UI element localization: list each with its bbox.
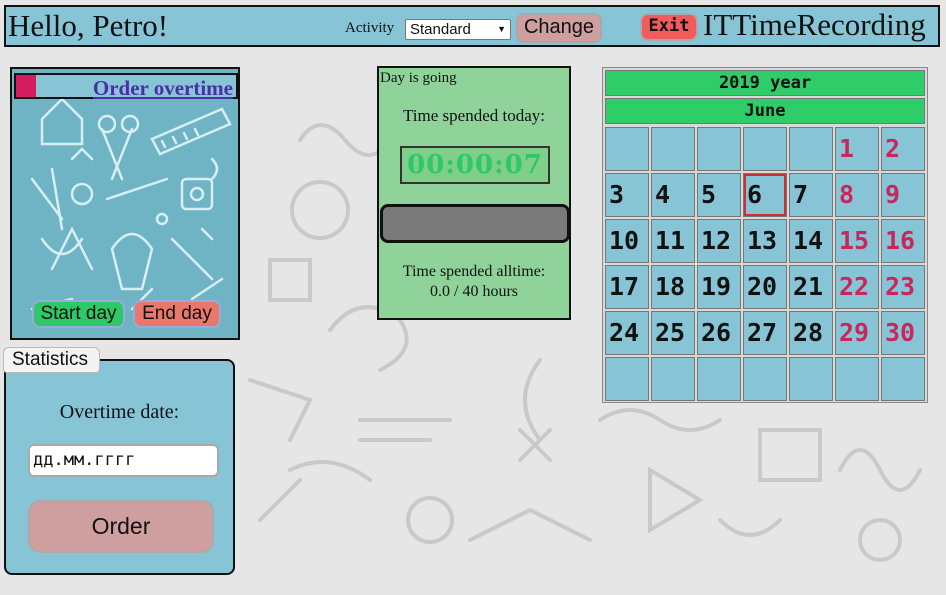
calendar-grid: 1 2 3 4 5 6 7 8 9 10 11 12 13 14 15 16 17 18 19 20 21 22 23 24 2… xyxy=(605,127,927,401)
alltime-value: 0.0 / 40 hours xyxy=(430,283,518,300)
calendar-day[interactable]: 15 xyxy=(835,219,879,263)
calendar-day[interactable]: 5 xyxy=(697,173,741,217)
statistics-panel: Overtime date: дд.мм.гггг Order xyxy=(4,359,235,575)
calendar-day[interactable]: 8 xyxy=(835,173,879,217)
calendar-empty-cell xyxy=(789,127,833,171)
calendar-day[interactable]: 4 xyxy=(651,173,695,217)
calendar-empty-cell xyxy=(651,127,695,171)
calendar-day[interactable]: 19 xyxy=(697,265,741,309)
overtime-date-label: Overtime date: xyxy=(59,401,180,423)
calendar-day[interactable]: 29 xyxy=(835,311,879,355)
overtime-header: Order overtime xyxy=(14,73,238,101)
calendar-empty-cell xyxy=(789,357,833,401)
calendar-empty-cell xyxy=(697,357,741,401)
calendar-day[interactable]: 12 xyxy=(697,219,741,263)
activity-selected-value: Standard xyxy=(410,21,471,38)
calendar-empty-cell xyxy=(743,127,787,171)
calendar: 2019 year June 1 2 3 4 5 6 7 8 9 10 11 12 13 14 15 16 17… xyxy=(602,67,928,403)
exit-button[interactable]: Exit xyxy=(640,13,698,41)
today-time-label: Time spended today: xyxy=(403,106,545,125)
calendar-day[interactable]: 18 xyxy=(651,265,695,309)
alltime-label: Time spended alltime: xyxy=(402,263,546,280)
calendar-day[interactable]: 11 xyxy=(651,219,695,263)
overtime-date-input[interactable]: дд.мм.гггг xyxy=(28,444,219,477)
calendar-day[interactable]: 25 xyxy=(651,311,695,355)
calendar-day[interactable]: 27 xyxy=(743,311,787,355)
calendar-empty-cell xyxy=(651,357,695,401)
calendar-day[interactable]: 9 xyxy=(881,173,925,217)
calendar-day[interactable]: 23 xyxy=(881,265,925,309)
calendar-day[interactable]: 28 xyxy=(789,311,833,355)
calendar-day[interactable]: 7 xyxy=(789,173,833,217)
activity-label: Activity xyxy=(345,20,395,36)
end-day-button[interactable]: End day xyxy=(133,300,221,328)
calendar-day[interactable]: 3 xyxy=(605,173,649,217)
calendar-day[interactable]: 17 xyxy=(605,265,649,309)
calendar-empty-cell xyxy=(835,357,879,401)
statistics-tab[interactable]: Statistics xyxy=(3,347,100,373)
header-bar: Hello, Petro! Activity Standard ▼ Change… xyxy=(4,5,940,47)
calendar-day[interactable]: 14 xyxy=(789,219,833,263)
calendar-day[interactable]: 10 xyxy=(605,219,649,263)
calendar-day-today[interactable]: 6 xyxy=(743,173,787,217)
calendar-day[interactable]: 30 xyxy=(881,311,925,355)
calendar-day[interactable]: 2 xyxy=(881,127,925,171)
weekly-progress-bar xyxy=(380,204,570,243)
change-activity-button[interactable]: Change xyxy=(516,13,602,43)
greeting-text: Hello, Petro! xyxy=(8,8,169,43)
calendar-empty-cell xyxy=(743,357,787,401)
calendar-day[interactable]: 24 xyxy=(605,311,649,355)
calendar-empty-cell xyxy=(881,357,925,401)
tools-pattern-image xyxy=(30,97,232,311)
today-time-clock: 00:00:07 xyxy=(400,146,550,184)
calendar-day[interactable]: 16 xyxy=(881,219,925,263)
calendar-year: 2019 year xyxy=(605,70,925,96)
day-status-text: Day is going xyxy=(380,70,457,86)
calendar-day[interactable]: 21 xyxy=(789,265,833,309)
calendar-day[interactable]: 1 xyxy=(835,127,879,171)
order-button[interactable]: Order xyxy=(28,500,214,553)
calendar-day[interactable]: 26 xyxy=(697,311,741,355)
start-day-button[interactable]: Start day xyxy=(32,300,125,328)
overtime-panel: Order overtime Start day End day xyxy=(10,67,240,340)
activity-select[interactable]: Standard ▼ xyxy=(405,19,511,40)
calendar-empty-cell xyxy=(605,357,649,401)
timer-panel: Day is going Time spended today: 00:00:0… xyxy=(377,66,571,320)
caret-down-icon: ▼ xyxy=(497,24,506,34)
calendar-month: June xyxy=(605,98,925,124)
order-overtime-link[interactable]: Order overtime xyxy=(93,76,233,101)
calendar-empty-cell xyxy=(697,127,741,171)
calendar-empty-cell xyxy=(605,127,649,171)
app-title: ITTimeRecording xyxy=(703,7,926,42)
bookmark-marker-icon xyxy=(16,75,36,97)
calendar-day[interactable]: 22 xyxy=(835,265,879,309)
calendar-day[interactable]: 13 xyxy=(743,219,787,263)
calendar-day[interactable]: 20 xyxy=(743,265,787,309)
